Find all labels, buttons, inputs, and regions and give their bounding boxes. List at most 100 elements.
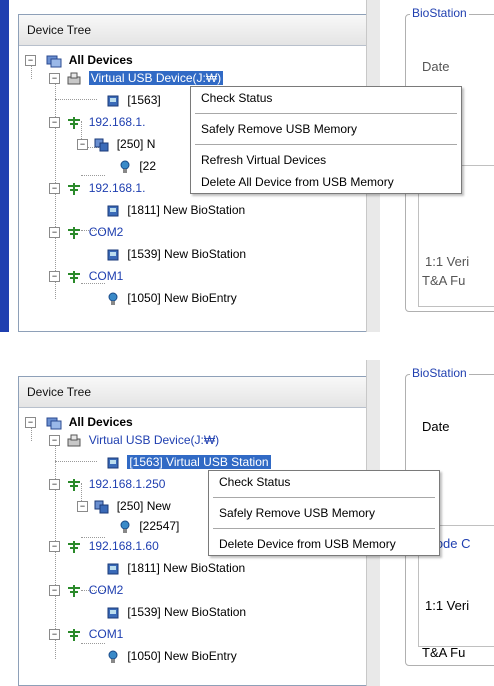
tree-item-label: 192.168.1.250 — [88, 477, 166, 491]
network-icon — [66, 182, 82, 196]
verify-label: 1:1 Veri — [425, 598, 470, 613]
tree-item-22547[interactable]: [22 — [117, 157, 156, 175]
screenshot-top: Device Tree − All Devices − Virtual USB … — [0, 0, 494, 332]
tree-item-1811[interactable]: [1811] New BioStation — [105, 201, 245, 219]
tree-item-label: [1563] — [127, 93, 161, 107]
tree-item-ip-60[interactable]: − 192.168.1.60 — [49, 537, 159, 555]
menu-separator — [195, 113, 457, 114]
collapse-icon[interactable]: − — [49, 73, 60, 84]
tree-item-1811[interactable]: [1811] New BioStation — [105, 559, 245, 577]
panel-title: Device Tree — [19, 377, 367, 408]
tree-item-label: 192.168.1. — [88, 181, 146, 195]
date-label: Date — [422, 59, 450, 74]
tree-item-1539[interactable]: [1539] New BioStation — [105, 603, 246, 621]
biostation-icon — [105, 248, 121, 262]
menu-separator — [213, 528, 435, 529]
collapse-icon[interactable]: − — [49, 183, 60, 194]
collapse-icon[interactable]: − — [49, 227, 60, 238]
window-edge — [0, 0, 9, 332]
tree-root[interactable]: − All Devices — [25, 51, 133, 69]
tree-item-com2[interactable]: − COM2 — [49, 581, 123, 599]
network-icon — [66, 540, 82, 554]
collapse-icon[interactable]: − — [25, 417, 36, 428]
tree-item-250[interactable]: − [250] New — [77, 497, 171, 515]
menu-delete-device[interactable]: Delete Device from USB Memory — [209, 533, 439, 555]
biostation-group-icon — [94, 500, 110, 514]
menu-safely-remove[interactable]: Safely Remove USB Memory — [209, 502, 439, 524]
tree-item-label: 192.168.1.60 — [88, 539, 159, 553]
network-icon — [66, 116, 82, 130]
verify-label: 1:1 Veri — [425, 254, 470, 269]
tree-item-1563[interactable]: [1563] — [105, 91, 161, 109]
tree-item-ip-250[interactable]: − 192.168.1. — [49, 113, 145, 131]
collapse-icon[interactable]: − — [49, 629, 60, 640]
collapse-icon[interactable]: − — [25, 55, 36, 66]
usb-device-icon — [66, 434, 82, 448]
ta-label: T&A Fu — [422, 273, 466, 288]
tree-item-com1[interactable]: − COM1 — [49, 267, 123, 285]
tree-item-label: [1811] New BioStation — [127, 561, 246, 575]
bioentry-icon — [105, 650, 121, 664]
collapse-icon[interactable]: − — [49, 479, 60, 490]
menu-separator — [213, 497, 435, 498]
menu-safely-remove[interactable]: Safely Remove USB Memory — [191, 118, 461, 140]
biostation-icon — [105, 456, 121, 470]
tree-item-label: Virtual USB Device(J:₩) — [88, 71, 224, 85]
tree-root-label: All Devices — [68, 53, 133, 67]
tree-item-label: COM2 — [88, 583, 124, 597]
menu-separator — [195, 144, 457, 145]
menu-delete-all[interactable]: Delete All Device from USB Memory — [191, 171, 461, 193]
usb-device-icon — [66, 72, 82, 86]
tree-root[interactable]: − All Devices — [25, 413, 133, 431]
tree-item-label: Virtual USB Device(J:₩) — [88, 433, 220, 447]
tree-item-label: [1050] New BioEntry — [127, 649, 237, 663]
tree-item-label: [1539] New BioStation — [127, 605, 247, 619]
biostation-icon — [105, 606, 121, 620]
network-icon — [66, 226, 82, 240]
collapse-icon[interactable]: − — [49, 541, 60, 552]
all-devices-icon — [46, 54, 62, 68]
tree-connector — [81, 175, 105, 176]
tree-item-label: [1563] Virtual USB Station — [127, 455, 271, 469]
tree-item-virtual-usb[interactable]: − Virtual USB Device(J:₩) — [49, 431, 219, 449]
date-label: Date — [422, 419, 450, 434]
tree-item-1050[interactable]: [1050] New BioEntry — [105, 289, 237, 307]
bioentry-icon — [117, 520, 133, 534]
panel-title: Device Tree — [19, 15, 367, 46]
bioentry-icon — [117, 160, 133, 174]
tree-item-1563[interactable]: [1563] Virtual USB Station — [105, 453, 271, 471]
bioentry-icon — [105, 292, 121, 306]
tree-item-com1[interactable]: − COM1 — [49, 625, 123, 643]
biostation-icon — [105, 204, 121, 218]
tree-item-label: 192.168.1. — [88, 115, 146, 129]
tree-item-label: [250] New — [116, 499, 171, 513]
tree-connector — [55, 461, 97, 462]
collapse-icon[interactable]: − — [77, 501, 88, 512]
tree-item-label: [1050] New BioEntry — [127, 291, 237, 305]
menu-check-status[interactable]: Check Status — [209, 471, 439, 493]
tree-item-label: [22 — [139, 159, 157, 173]
collapse-icon[interactable]: − — [49, 117, 60, 128]
tree-item-label: [250] N — [116, 137, 156, 151]
tree-item-com2[interactable]: − COM2 — [49, 223, 123, 241]
group-title: BioStation — [410, 366, 469, 380]
network-icon — [66, 478, 82, 492]
collapse-icon[interactable]: − — [49, 585, 60, 596]
tree-item-virtual-usb[interactable]: − Virtual USB Device(J:₩) — [49, 69, 224, 87]
collapse-icon[interactable]: − — [49, 435, 60, 446]
collapse-icon[interactable]: − — [77, 139, 88, 150]
menu-refresh[interactable]: Refresh Virtual Devices — [191, 149, 461, 171]
network-icon — [66, 628, 82, 642]
tree-item-22547[interactable]: [22547] — [117, 517, 179, 535]
tree-item-1539[interactable]: [1539] New BioStation — [105, 245, 246, 263]
tree-item-label: [1811] New BioStation — [127, 203, 246, 217]
tree-root-label: All Devices — [68, 415, 133, 429]
context-menu-1: Check Status Safely Remove USB Memory Re… — [190, 86, 462, 194]
collapse-icon[interactable]: − — [49, 271, 60, 282]
tree-item-ip-60[interactable]: − 192.168.1. — [49, 179, 145, 197]
tree-item-1050[interactable]: [1050] New BioEntry — [105, 647, 237, 665]
tree-item-ip-250[interactable]: − 192.168.1.250 — [49, 475, 165, 493]
menu-check-status[interactable]: Check Status — [191, 87, 461, 109]
ta-label: T&A Fu — [422, 645, 466, 660]
tree-item-250[interactable]: − [250] N — [77, 135, 155, 153]
